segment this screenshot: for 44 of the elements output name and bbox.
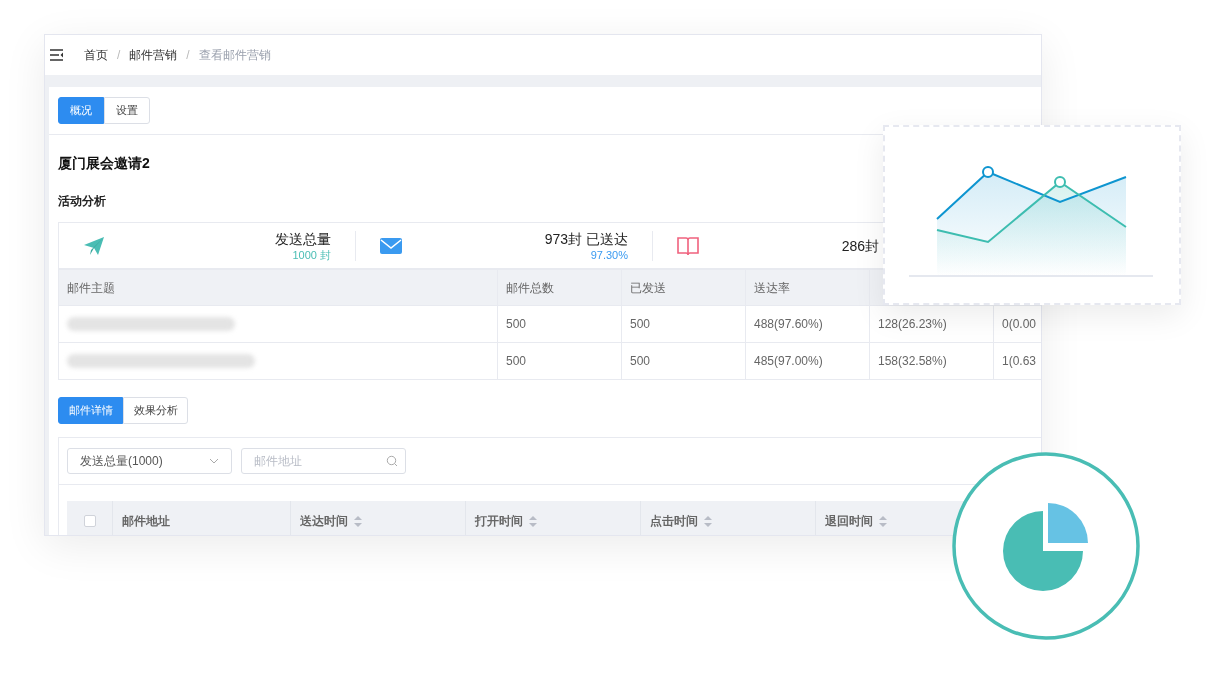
table-cell: 500 [621, 305, 746, 343]
stat-label: 973封 已送达 [544, 229, 628, 248]
table-cell: 500 [497, 305, 622, 343]
breadcrumb-link[interactable]: 首页 [84, 46, 108, 64]
email-search-field[interactable]: 邮件地址 [241, 448, 406, 474]
sort-icon[interactable] [879, 515, 887, 527]
table-cell: 500 [621, 342, 746, 380]
stat-label: 发送总量 [275, 229, 331, 248]
chevron-down-icon [209, 458, 219, 464]
select-all-checkbox[interactable] [83, 515, 96, 527]
tab[interactable]: 设置 [104, 97, 150, 124]
stat-label: 286封 [841, 236, 879, 255]
breadcrumb-separator: / [117, 47, 121, 64]
table-cell: 488(97.60%) [745, 305, 870, 343]
breadcrumb-separator: / [186, 47, 190, 64]
column-header: 邮件主题 [58, 269, 498, 306]
filter-select[interactable]: 发送总量(1000) [67, 448, 232, 474]
data-point [1054, 176, 1066, 188]
table-cell: 500 [497, 342, 622, 380]
tab[interactable]: 效果分析 [123, 397, 188, 424]
envelope-icon [380, 237, 402, 254]
column-header: 点击时间 [650, 513, 698, 530]
search-icon [386, 455, 398, 467]
sort-icon[interactable] [354, 515, 362, 527]
stat-value: 1000 封 [292, 247, 331, 262]
open-book-icon [677, 235, 699, 256]
paper-plane-icon [83, 235, 105, 256]
data-point [982, 166, 994, 178]
sort-icon[interactable] [704, 515, 712, 527]
column-header: 送达率 [745, 269, 870, 306]
section-title: 活动分析 [58, 193, 106, 210]
column-header: 送达时间 [300, 513, 348, 530]
column-header: 退回时间 [825, 513, 873, 530]
column-header: 邮件总数 [497, 269, 622, 306]
column-header: 邮件地址 [122, 513, 170, 530]
table-cell: 158(32.58%) [869, 342, 994, 380]
column-header: 已发送 [621, 269, 746, 306]
campaign-title: 厦门展会邀请2 [58, 154, 150, 173]
sort-icon[interactable] [529, 515, 537, 527]
stat-value: 97.30% [590, 247, 628, 262]
breadcrumb-link[interactable]: 邮件营销 [129, 46, 178, 64]
column-header: 打开时间 [475, 513, 523, 530]
table-cell: 485(97.00%) [745, 342, 870, 380]
menu-icon[interactable] [50, 49, 64, 61]
